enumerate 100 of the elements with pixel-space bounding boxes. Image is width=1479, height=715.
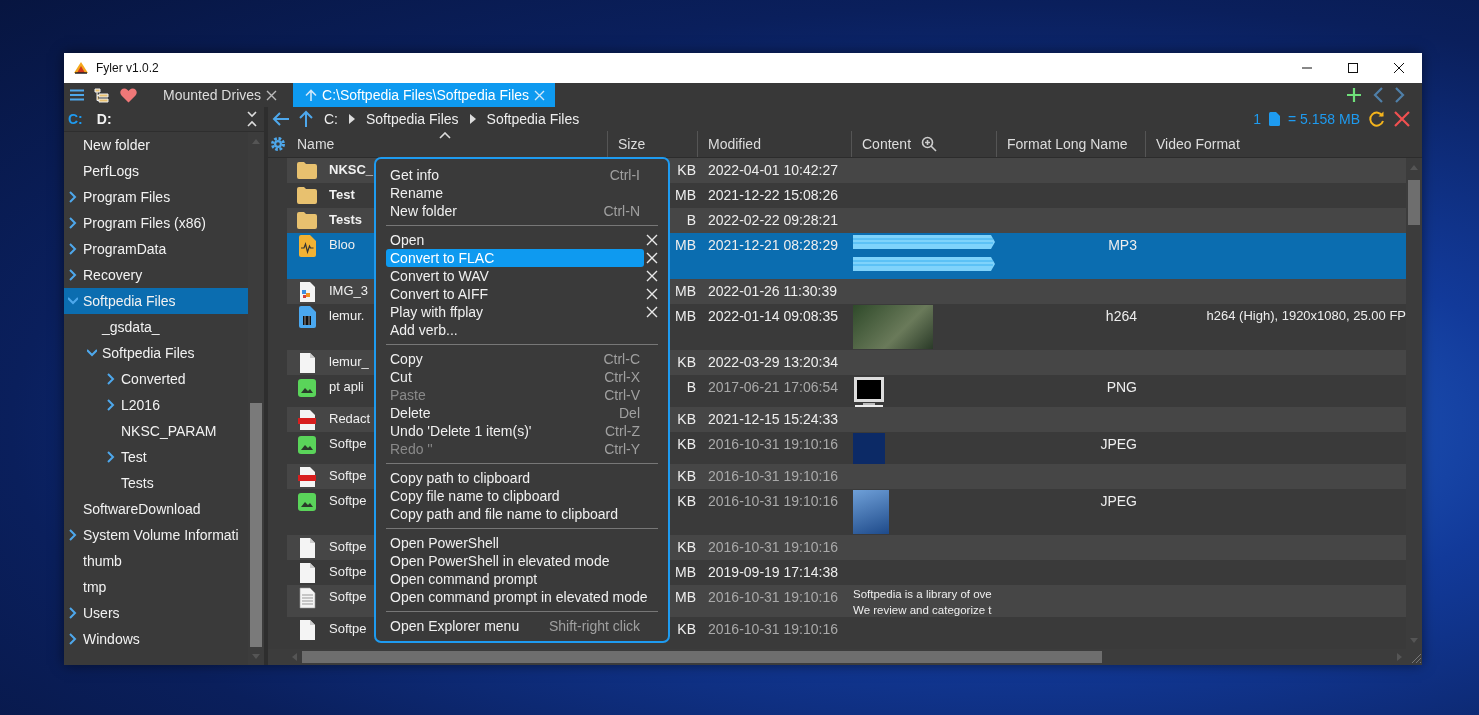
chevron-right-icon[interactable]: [106, 451, 116, 463]
menu-item[interactable]: Copy file name to clipboard: [386, 487, 644, 505]
tree-item[interactable]: _gsdata_: [64, 314, 248, 340]
column-header[interactable]: Size: [618, 136, 646, 152]
chevron-right-icon[interactable]: [68, 529, 78, 541]
modified-date: 2022-01-26 11:30:39: [708, 283, 837, 299]
column-header[interactable]: Content: [862, 136, 912, 152]
chevron-right-icon[interactable]: [68, 243, 78, 255]
horizontal-scrollbar[interactable]: [268, 649, 1422, 665]
chevron-right-icon[interactable]: [68, 217, 78, 229]
modified-date: 2021-12-21 08:28:29: [708, 237, 838, 253]
menu-item[interactable]: Copy Ctrl-C: [386, 350, 644, 368]
menu-item[interactable]: Add verb...: [386, 321, 644, 339]
chevron-down-icon[interactable]: [87, 347, 97, 359]
menu-item[interactable]: Copy path to clipboard: [386, 469, 644, 487]
menu-item[interactable]: Get info Ctrl-I: [386, 166, 644, 184]
tree-item[interactable]: PerfLogs: [64, 158, 248, 184]
file-name: Softpe: [329, 589, 367, 604]
menu-item[interactable]: Open Explorer menu Shift-right click: [386, 617, 644, 635]
remove-icon[interactable]: [646, 288, 658, 300]
tree-item[interactable]: thumb: [64, 548, 248, 574]
sort-caret-icon[interactable]: [439, 132, 451, 139]
column-header[interactable]: Video Format: [1156, 136, 1240, 152]
tree-item[interactable]: SoftwareDownload: [64, 496, 248, 522]
collapse-icon[interactable]: [246, 111, 258, 127]
up-arrow-icon[interactable]: [298, 110, 314, 128]
heart-icon[interactable]: [120, 87, 137, 103]
column-header[interactable]: Format Long Name: [1007, 136, 1128, 152]
tree-item[interactable]: Windows: [64, 626, 248, 652]
file-size: KB: [677, 162, 696, 178]
tree-item[interactable]: Softpedia Files: [64, 340, 248, 366]
scrollbar-thumb[interactable]: [1408, 180, 1420, 225]
drive-tab[interactable]: C:: [68, 111, 83, 127]
chevron-left-icon[interactable]: [1372, 87, 1384, 103]
remove-icon[interactable]: [646, 306, 658, 318]
menu-item[interactable]: Open PowerShell: [386, 534, 644, 552]
menu-icon[interactable]: [70, 89, 84, 101]
close-tab-icon[interactable]: [266, 89, 278, 101]
menu-item[interactable]: Rename: [386, 184, 644, 202]
tree-item[interactable]: Recovery: [64, 262, 248, 288]
app-logo-icon: [73, 61, 89, 75]
add-tab-icon[interactable]: [1346, 87, 1362, 103]
breadcrumb-item[interactable]: C:: [322, 111, 340, 127]
tree-item[interactable]: New folder: [64, 132, 248, 158]
file-name: Bloo: [329, 237, 356, 252]
chevron-right-icon[interactable]: [106, 373, 116, 385]
scrollbar[interactable]: [1406, 158, 1422, 649]
column-header[interactable]: Name: [297, 136, 335, 152]
refresh-icon[interactable]: [1368, 110, 1386, 128]
drive-tab[interactable]: D:: [96, 111, 112, 127]
breadcrumb-item[interactable]: Softpedia Files: [484, 111, 582, 127]
settings-icon[interactable]: [269, 136, 286, 152]
menu-item[interactable]: Open command prompt: [386, 570, 644, 588]
folder-tree-icon[interactable]: [94, 87, 110, 103]
chevron-right-icon[interactable]: [68, 191, 78, 203]
modified-date: 2022-03-29 13:20:34: [708, 354, 838, 370]
file-size: KB: [677, 436, 696, 452]
scrollbar-thumb[interactable]: [250, 403, 262, 647]
tree-item[interactable]: Program Files (x86): [64, 210, 248, 236]
tree-item[interactable]: Program Files: [64, 184, 248, 210]
tree-item[interactable]: Test: [64, 444, 248, 470]
remove-icon[interactable]: [646, 234, 658, 246]
tree-item[interactable]: ProgramData: [64, 236, 248, 262]
tree-item[interactable]: System Volume Informati: [64, 522, 248, 548]
chevron-right-icon[interactable]: [68, 633, 78, 645]
chevron-right-icon[interactable]: [68, 269, 78, 281]
menu-item[interactable]: Copy path and file name to clipboard: [386, 505, 644, 523]
menu-item[interactable]: Open: [386, 231, 644, 249]
menu-item[interactable]: Convert to AIFF: [386, 285, 644, 303]
chevron-right-icon[interactable]: [1394, 87, 1406, 103]
close-icon[interactable]: [1394, 111, 1410, 127]
remove-icon[interactable]: [646, 252, 658, 264]
tree-item[interactable]: NKSC_PARAM: [64, 418, 248, 444]
file-name: NKSC_: [329, 162, 374, 177]
file-name: Softpe: [329, 539, 367, 554]
back-arrow-icon[interactable]: [272, 111, 290, 127]
chevron-right-icon[interactable]: [68, 607, 78, 619]
tree-item[interactable]: tmp: [64, 574, 248, 600]
tree-item[interactable]: Converted: [64, 366, 248, 392]
breadcrumb-item[interactable]: Softpedia Files: [364, 111, 461, 127]
scrollbar-thumb[interactable]: [302, 651, 1102, 663]
monitor-icon: [853, 376, 885, 408]
menu-item[interactable]: Delete Del: [386, 404, 644, 422]
menu-item[interactable]: Open command prompt in elevated mode: [386, 588, 652, 606]
picture-icon: [297, 491, 317, 513]
remove-icon[interactable]: [646, 270, 658, 282]
tree-item[interactable]: Tests: [64, 470, 248, 496]
menu-item[interactable]: Play with ffplay: [386, 303, 644, 321]
shortcut-text: Del: [619, 405, 640, 421]
tab[interactable]: Mounted Drives: [157, 83, 284, 107]
column-header[interactable]: Modified: [708, 136, 761, 152]
file-name: lemur_: [329, 354, 369, 369]
modified-date: 2016-10-31 19:10:16: [708, 493, 838, 509]
file-name: Redact: [329, 411, 371, 426]
tree-item[interactable]: Softpedia Files: [64, 288, 248, 314]
tree-item[interactable]: Users: [64, 600, 248, 626]
zoom-in-icon[interactable]: [921, 136, 938, 152]
tree-item[interactable]: L2016: [64, 392, 248, 418]
chevron-right-icon[interactable]: [106, 399, 116, 411]
maximize-icon: [1347, 62, 1359, 74]
